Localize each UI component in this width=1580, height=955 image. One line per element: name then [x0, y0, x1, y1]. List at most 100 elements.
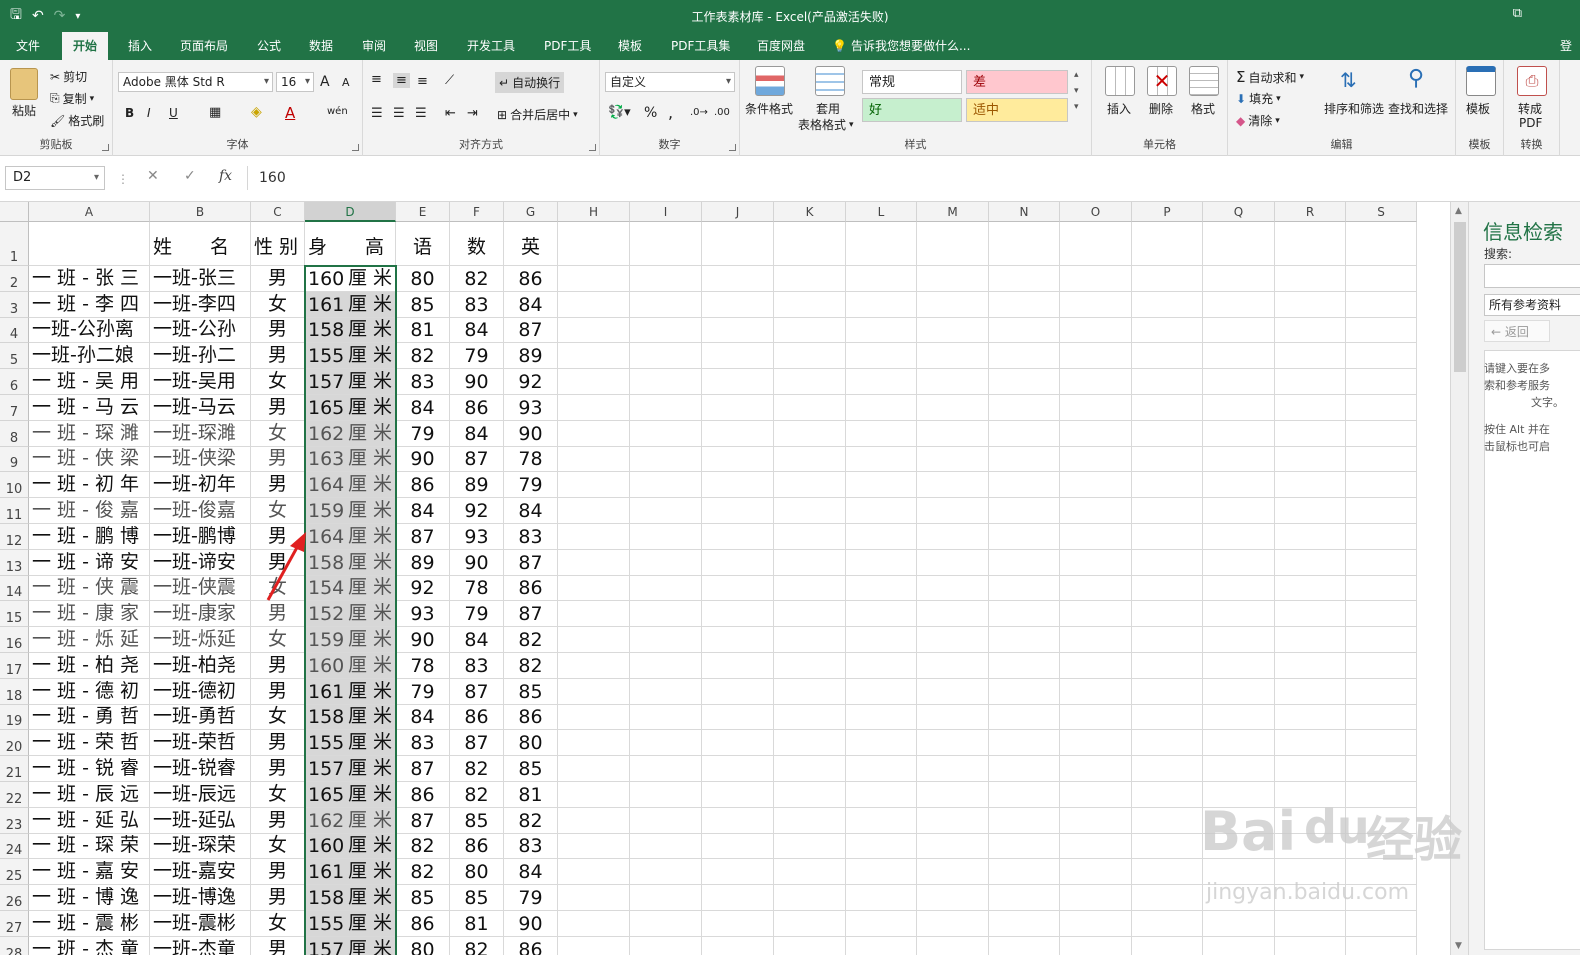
cell-j5[interactable] — [702, 343, 774, 370]
cell-r22[interactable] — [1275, 782, 1346, 808]
cell-r26[interactable] — [1275, 885, 1346, 911]
cell-e19[interactable]: 84 — [396, 704, 450, 731]
cell-q28[interactable] — [1203, 936, 1275, 955]
cell-q7[interactable] — [1203, 395, 1275, 421]
styles-gallery-scroll[interactable]: ▴ ▾ ▾ — [1074, 70, 1079, 112]
cell-a28[interactable]: 一 班 - 杰 童 — [29, 936, 150, 955]
cell-a12[interactable]: 一 班 - 鹏 博 — [29, 524, 150, 550]
cell-s16[interactable] — [1346, 627, 1417, 653]
cell-k22[interactable] — [774, 782, 846, 808]
cell-j12[interactable] — [702, 524, 774, 550]
cell-p27[interactable] — [1132, 911, 1203, 937]
cell-l24[interactable] — [846, 833, 917, 860]
cell-e5[interactable]: 82 — [396, 343, 450, 370]
cell-m20[interactable] — [917, 730, 989, 757]
cell-s26[interactable] — [1346, 885, 1417, 911]
cell-a20[interactable]: 一 班 - 荣 哲 — [29, 730, 150, 757]
cell-d15[interactable]: 152 厘 米 — [305, 601, 396, 628]
cell-f12[interactable]: 93 — [450, 524, 504, 550]
cell-q25[interactable] — [1203, 859, 1275, 886]
row-header-3[interactable]: 3 — [0, 291, 29, 318]
cell-k28[interactable] — [774, 936, 846, 955]
tell-me-box[interactable]: 💡 告诉我您想要做什么... — [832, 32, 970, 60]
cell-s8[interactable] — [1346, 420, 1417, 447]
cell-q11[interactable] — [1203, 498, 1275, 524]
cell-k13[interactable] — [774, 549, 846, 576]
cell-f26[interactable]: 85 — [450, 885, 504, 911]
fill-button[interactable]: ⬇ 填充 ▾ — [1236, 90, 1281, 107]
cell-g10[interactable]: 79 — [504, 472, 558, 499]
cell-c1[interactable]: 性 别 — [251, 222, 305, 266]
cell-p24[interactable] — [1132, 833, 1203, 860]
row-header-15[interactable]: 15 — [0, 601, 29, 628]
cell-s5[interactable] — [1346, 343, 1417, 370]
cell-g27[interactable]: 90 — [504, 911, 558, 937]
cell-k11[interactable] — [774, 498, 846, 524]
column-header-p[interactable]: P — [1132, 202, 1203, 222]
cell-n24[interactable] — [989, 833, 1060, 860]
tab-view[interactable]: 视图 — [410, 32, 442, 60]
cell-m27[interactable] — [917, 911, 989, 937]
cell-r21[interactable] — [1275, 756, 1346, 782]
paste-button[interactable]: 粘贴 — [12, 102, 36, 119]
italic-button[interactable]: I — [147, 106, 151, 120]
cell-a8[interactable]: 一 班 - 琛 濉 — [29, 420, 150, 447]
cell-b18[interactable]: 一班-德初 — [150, 678, 251, 705]
row-header-17[interactable]: 17 — [0, 653, 29, 679]
cell-s4[interactable] — [1346, 317, 1417, 344]
cell-h22[interactable] — [558, 782, 630, 808]
cell-a2[interactable]: 一 班 - 张 三 — [29, 266, 150, 292]
cell-j3[interactable] — [702, 291, 774, 318]
cell-q6[interactable] — [1203, 369, 1275, 395]
cell-o1[interactable] — [1060, 222, 1132, 266]
cell-h15[interactable] — [558, 601, 630, 628]
column-header-g[interactable]: G — [504, 202, 558, 222]
cell-f3[interactable]: 83 — [450, 291, 504, 318]
cell-r14[interactable] — [1275, 575, 1346, 602]
cell-r13[interactable] — [1275, 549, 1346, 576]
cell-g18[interactable]: 85 — [504, 678, 558, 705]
row-header-8[interactable]: 8 — [0, 420, 29, 447]
cell-f9[interactable]: 87 — [450, 446, 504, 473]
cell-f22[interactable]: 82 — [450, 782, 504, 808]
cell-l28[interactable] — [846, 936, 917, 955]
merge-center-button[interactable]: ⊞ 合并后居中 ▾ — [497, 106, 578, 123]
cell-a22[interactable]: 一 班 - 辰 远 — [29, 782, 150, 808]
cell-r23[interactable] — [1275, 807, 1346, 834]
cell-l17[interactable] — [846, 653, 917, 679]
cell-a25[interactable]: 一 班 - 嘉 安 — [29, 859, 150, 886]
cell-i3[interactable] — [630, 291, 702, 318]
cell-r10[interactable] — [1275, 472, 1346, 499]
style-normal[interactable]: 常规 — [862, 70, 962, 94]
row-header-26[interactable]: 26 — [0, 885, 29, 911]
cell-a11[interactable]: 一 班 - 俊 嘉 — [29, 498, 150, 524]
cell-e18[interactable]: 79 — [396, 678, 450, 705]
cell-r15[interactable] — [1275, 601, 1346, 628]
row-header-4[interactable]: 4 — [0, 317, 29, 344]
cell-a6[interactable]: 一 班 - 吴 用 — [29, 369, 150, 395]
style-bad[interactable]: 差 — [966, 70, 1068, 94]
row-header-1[interactable]: 1 — [0, 222, 29, 266]
cell-i4[interactable] — [630, 317, 702, 344]
cell-s3[interactable] — [1346, 291, 1417, 318]
currency-icon[interactable]: 💱▾ — [608, 105, 631, 120]
cell-l22[interactable] — [846, 782, 917, 808]
column-header-q[interactable]: Q — [1203, 202, 1275, 222]
cell-n9[interactable] — [989, 446, 1060, 473]
cell-s23[interactable] — [1346, 807, 1417, 834]
cell-b25[interactable]: 一班-嘉安 — [150, 859, 251, 886]
wrap-text-button[interactable]: ↵ 自动换行 — [495, 72, 565, 93]
cell-g1[interactable]: 英 — [504, 222, 558, 266]
cell-j27[interactable] — [702, 911, 774, 937]
cell-n12[interactable] — [989, 524, 1060, 550]
cell-h1[interactable] — [558, 222, 630, 266]
cell-k3[interactable] — [774, 291, 846, 318]
tab-baidu-netdisk[interactable]: 百度网盘 — [753, 32, 809, 60]
tab-formulas[interactable]: 公式 — [253, 32, 285, 60]
cell-f1[interactable]: 数 — [450, 222, 504, 266]
cell-d20[interactable]: 155 厘 米 — [305, 730, 396, 757]
cell-a23[interactable]: 一 班 - 延 弘 — [29, 807, 150, 834]
cell-p12[interactable] — [1132, 524, 1203, 550]
alignment-launcher-icon[interactable] — [589, 144, 596, 151]
cell-q15[interactable] — [1203, 601, 1275, 628]
